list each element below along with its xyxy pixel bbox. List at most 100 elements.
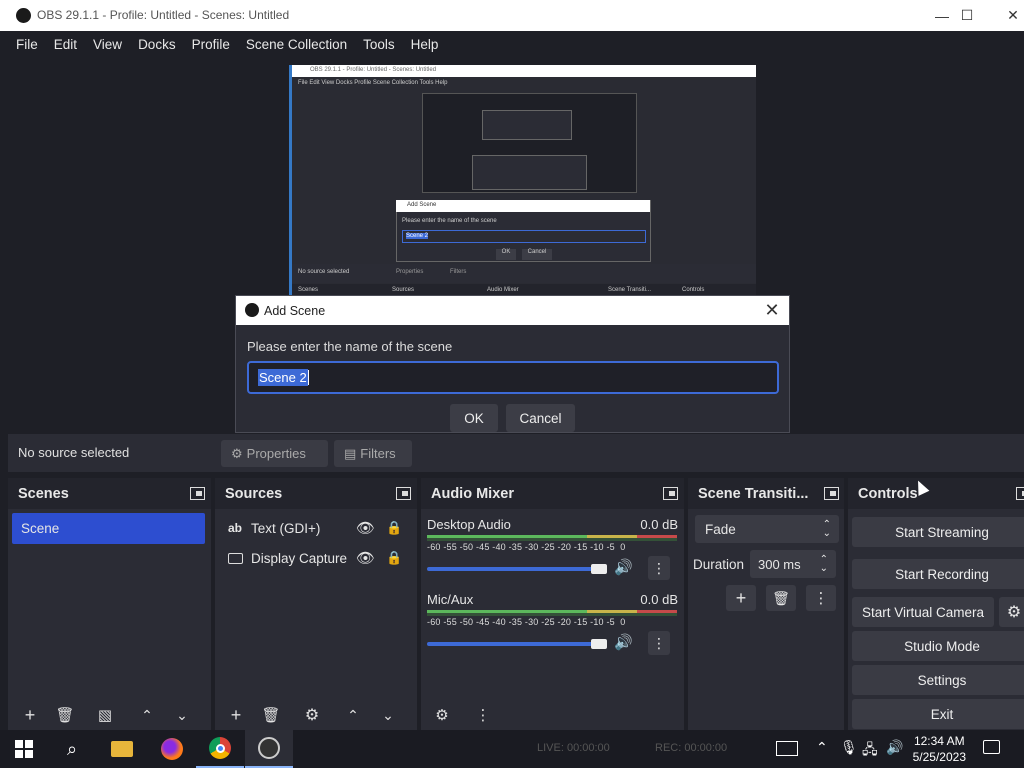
mini-dialog-prompt: Please enter the name of the scene xyxy=(402,218,497,224)
windows-start-icon[interactable] xyxy=(0,730,48,768)
chevron-up-icon[interactable]: ⌃ xyxy=(816,739,828,756)
search-icon[interactable]: ⌕ xyxy=(48,730,96,768)
speaker-icon[interactable]: 🔊 xyxy=(614,558,633,576)
dialog-titlebar: Add Scene ✕ xyxy=(236,296,789,325)
visibility-eye-icon[interactable]: 👁 xyxy=(356,549,375,567)
lock-icon[interactable]: 🔒 xyxy=(386,520,402,536)
duration-label: Duration xyxy=(693,557,745,572)
source-label: Text (GDI+) xyxy=(251,520,321,536)
remove-scene-icon[interactable]: 🗑 xyxy=(54,704,76,726)
close-button[interactable]: ✕ xyxy=(990,0,1024,31)
move-up-icon[interactable]: ⌃ xyxy=(136,704,158,726)
source-row-display[interactable]: Display Capture 👁 🔒 xyxy=(215,544,417,572)
firefox-icon[interactable] xyxy=(148,730,196,768)
add-scene-icon[interactable]: + xyxy=(19,704,41,726)
kebab-menu-icon[interactable]: ⋮ xyxy=(648,556,670,580)
advanced-audio-gear-icon[interactable]: ⚙ xyxy=(431,704,453,726)
rec-status: REC: 00:00:00 xyxy=(655,742,728,754)
float-dock-icon[interactable] xyxy=(190,487,205,500)
menu-profile[interactable]: Profile xyxy=(184,37,238,52)
scene-name-input[interactable]: Scene 2 xyxy=(247,361,779,394)
mini-menu: File Edit View Docks Profile Scene Colle… xyxy=(298,80,448,86)
mic-aux-meter xyxy=(427,610,677,616)
keyboard-icon[interactable] xyxy=(776,741,798,756)
menu-view[interactable]: View xyxy=(85,37,130,52)
remove-transition-icon[interactable]: 🗑 xyxy=(766,585,796,611)
lock-icon[interactable]: 🔒 xyxy=(386,550,402,566)
text-source-icon: ab xyxy=(228,521,243,535)
audio-dock-header: Audio Mixer xyxy=(421,478,684,509)
scene-list-item[interactable]: Scene xyxy=(12,513,205,544)
mini-dock-transitions: Scene Transiti... xyxy=(608,287,652,293)
source-toolbar: No source selected ⚙ Properties ▤ Filter… xyxy=(8,434,1024,472)
notification-icon[interactable] xyxy=(983,740,1000,754)
add-scene-dialog: Add Scene ✕ Please enter the name of the… xyxy=(235,295,790,433)
start-virtual-camera-button[interactable]: Start Virtual Camera xyxy=(852,597,994,627)
start-streaming-button[interactable]: Start Streaming xyxy=(852,517,1024,547)
source-properties-icon[interactable]: ⚙ xyxy=(301,704,323,726)
obs-logo-icon xyxy=(245,303,259,317)
menu-tools[interactable]: Tools xyxy=(355,37,403,52)
mic-aux-volume-slider[interactable] xyxy=(427,642,602,646)
float-dock-icon[interactable] xyxy=(396,487,411,500)
menu-scene-collection[interactable]: Scene Collection xyxy=(238,37,355,52)
mini-title: OBS 29.1.1 - Profile: Untitled - Scenes:… xyxy=(310,67,437,73)
volume-slider-handle[interactable] xyxy=(591,639,607,649)
volume-slider-handle[interactable] xyxy=(591,564,607,574)
desktop-audio-volume-slider[interactable] xyxy=(427,567,602,571)
kebab-menu-icon[interactable]: ⋮ xyxy=(472,704,494,726)
clock-date: 5/25/2023 xyxy=(912,750,966,764)
scene-filters-icon[interactable]: ▧ xyxy=(94,704,116,726)
add-source-icon[interactable]: + xyxy=(225,704,247,726)
clock-time: 12:34 AM xyxy=(913,734,965,748)
studio-mode-button[interactable]: Studio Mode xyxy=(852,631,1024,661)
source-row-text[interactable]: ab Text (GDI+) 👁 🔒 xyxy=(215,514,417,542)
spinner-arrows-icon[interactable]: ⌃ ⌄ xyxy=(820,555,828,574)
duration-value: 300 ms xyxy=(758,556,801,572)
filter-icon: ▤ xyxy=(344,445,357,461)
menu-file[interactable]: File xyxy=(8,37,46,52)
file-explorer-icon[interactable] xyxy=(98,730,146,768)
chrome-icon[interactable] xyxy=(196,730,244,768)
duration-spinbox[interactable]: 300 ms ⌃ ⌄ xyxy=(750,550,836,578)
transition-select[interactable]: Fade ⌃ ⌄ xyxy=(695,515,839,543)
exit-button[interactable]: Exit xyxy=(852,699,1024,729)
float-dock-icon[interactable] xyxy=(663,487,678,500)
network-icon[interactable]: 🖧 xyxy=(862,739,878,763)
mini-ok: OK xyxy=(496,249,516,260)
cancel-button[interactable]: Cancel xyxy=(506,404,575,432)
virtual-camera-settings-gear-icon[interactable]: ⚙ xyxy=(999,597,1024,627)
move-up-icon[interactable]: ⌃ xyxy=(342,704,364,726)
desktop-audio-level: 0.0 dB xyxy=(640,517,678,532)
volume-icon[interactable]: 🔊 xyxy=(886,739,903,756)
dialog-close-button[interactable]: ✕ xyxy=(761,299,783,321)
remove-source-icon[interactable]: 🗑 xyxy=(260,704,282,726)
menu-docks[interactable]: Docks xyxy=(130,37,184,52)
kebab-menu-icon[interactable]: ⋮ xyxy=(806,585,836,611)
mini-no-source: No source selected xyxy=(298,269,350,275)
audio-mixer-dock: Audio Mixer Desktop Audio 0.0 dB -60 -55… xyxy=(421,478,684,730)
kebab-menu-icon[interactable]: ⋮ xyxy=(648,631,670,655)
start-recording-button[interactable]: Start Recording xyxy=(852,559,1024,589)
float-dock-icon[interactable] xyxy=(1016,487,1024,500)
speaker-icon[interactable]: 🔊 xyxy=(614,633,633,651)
system-clock[interactable]: 12:34 AM 5/25/2023 xyxy=(913,733,966,765)
source-label: Display Capture xyxy=(251,550,348,566)
microphone-icon[interactable]: 🎙 xyxy=(840,739,858,756)
maximize-button[interactable]: ☐ xyxy=(944,0,990,31)
obs-taskbar-icon[interactable] xyxy=(245,730,293,768)
float-dock-icon[interactable] xyxy=(824,487,839,500)
dialog-title: Add Scene xyxy=(264,304,326,318)
move-down-icon[interactable]: ⌄ xyxy=(171,704,193,726)
visibility-eye-icon[interactable]: 👁 xyxy=(356,519,375,537)
menu-edit[interactable]: Edit xyxy=(46,37,85,52)
filters-button[interactable]: ▤ Filters xyxy=(334,440,412,467)
menu-help[interactable]: Help xyxy=(403,37,447,52)
mini-dialog-value: Scene 2 xyxy=(406,233,429,239)
ok-button[interactable]: OK xyxy=(450,404,498,432)
settings-button[interactable]: Settings xyxy=(852,665,1024,695)
controls-dock: Controls Start Streaming Start Recording… xyxy=(848,478,1024,730)
add-transition-icon[interactable]: + xyxy=(726,585,756,611)
move-down-icon[interactable]: ⌄ xyxy=(377,704,399,726)
properties-button[interactable]: ⚙ Properties xyxy=(221,440,328,467)
